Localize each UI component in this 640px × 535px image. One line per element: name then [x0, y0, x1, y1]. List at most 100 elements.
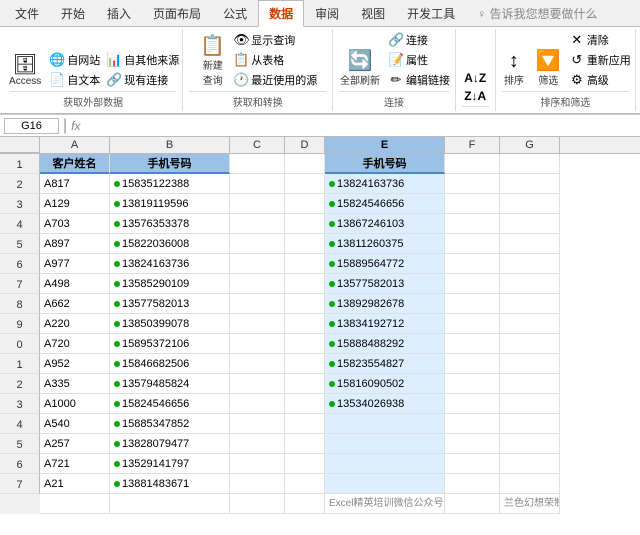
- tab-file[interactable]: 文件: [4, 0, 50, 26]
- show-query-button[interactable]: 👁 显示查询: [231, 31, 319, 49]
- col-header-a[interactable]: A: [40, 137, 110, 153]
- cell-f-11[interactable]: [445, 394, 500, 414]
- tab-home[interactable]: 开始: [50, 0, 96, 26]
- cell-b-7[interactable]: 13850399078: [110, 314, 230, 334]
- cell-e-10[interactable]: 15816090502: [325, 374, 445, 394]
- cell-d-7[interactable]: [285, 314, 325, 334]
- cell-f-2[interactable]: [445, 214, 500, 234]
- tab-review[interactable]: 审阅: [304, 0, 350, 26]
- header-phone-e[interactable]: 手机号码: [325, 154, 445, 174]
- header-customer[interactable]: 客户姓名: [40, 154, 110, 174]
- cell-b-4[interactable]: 13824163736: [110, 254, 230, 274]
- cell-e-4[interactable]: 15889564772: [325, 254, 445, 274]
- cell-g-13[interactable]: [500, 434, 560, 454]
- cell-c-8[interactable]: [230, 334, 285, 354]
- tab-layout[interactable]: 页面布局: [142, 0, 212, 26]
- cell-e-11[interactable]: 13534026938: [325, 394, 445, 414]
- cell-c-3[interactable]: [230, 234, 285, 254]
- row-num-12[interactable]: 2: [0, 374, 40, 394]
- cell-c-11[interactable]: [230, 394, 285, 414]
- cell-f-15[interactable]: [445, 474, 500, 494]
- cell-d-9[interactable]: [285, 354, 325, 374]
- cell-f-6[interactable]: [445, 294, 500, 314]
- cell-b-14[interactable]: 13529141797: [110, 454, 230, 474]
- cell-c-5[interactable]: [230, 274, 285, 294]
- tab-data[interactable]: 数据: [258, 0, 304, 27]
- cell-1f[interactable]: [445, 154, 500, 174]
- row-num-17[interactable]: 7: [0, 474, 40, 494]
- cell-f-0[interactable]: [445, 174, 500, 194]
- cell-d-12[interactable]: [285, 414, 325, 434]
- cell-a-8[interactable]: A720: [40, 334, 110, 354]
- cell-b-12[interactable]: 15885347852: [110, 414, 230, 434]
- row-num-15[interactable]: 5: [0, 434, 40, 454]
- cell-d-10[interactable]: [285, 374, 325, 394]
- tab-view[interactable]: 视图: [350, 0, 396, 26]
- row-num-6[interactable]: 6: [0, 254, 40, 274]
- connection-button[interactable]: 🔗 连接: [386, 31, 452, 49]
- cell-g-9[interactable]: [500, 354, 560, 374]
- cell-g-11[interactable]: [500, 394, 560, 414]
- cell-g-15[interactable]: [500, 474, 560, 494]
- cell-c-14[interactable]: [230, 454, 285, 474]
- tab-formula[interactable]: 公式: [212, 0, 258, 26]
- cell-c-12[interactable]: [230, 414, 285, 434]
- col-header-b[interactable]: B: [110, 137, 230, 153]
- cell-d-2[interactable]: [285, 214, 325, 234]
- cell-d-6[interactable]: [285, 294, 325, 314]
- cell-g-6[interactable]: [500, 294, 560, 314]
- cell-c-13[interactable]: [230, 434, 285, 454]
- cell-f-14[interactable]: [445, 454, 500, 474]
- row-num-2[interactable]: 2: [0, 174, 40, 194]
- cell-b-11[interactable]: 15824546656: [110, 394, 230, 414]
- cell-f-7[interactable]: [445, 314, 500, 334]
- edit-links-button[interactable]: ✏ 编辑链接: [386, 71, 452, 89]
- cell-c-9[interactable]: [230, 354, 285, 374]
- cell-b-3[interactable]: 15822036008: [110, 234, 230, 254]
- cell-d-14[interactable]: [285, 454, 325, 474]
- cell-c-2[interactable]: [230, 214, 285, 234]
- row-num-16[interactable]: 6: [0, 454, 40, 474]
- cell-a-7[interactable]: A220: [40, 314, 110, 334]
- cell-b-13[interactable]: 13828079477: [110, 434, 230, 454]
- cell-1c[interactable]: [230, 154, 285, 174]
- cell-a-15[interactable]: A21: [40, 474, 110, 494]
- col-header-f[interactable]: F: [445, 137, 500, 153]
- cell-a-2[interactable]: A703: [40, 214, 110, 234]
- cell-a-12[interactable]: A540: [40, 414, 110, 434]
- cell-g-10[interactable]: [500, 374, 560, 394]
- cell-1g[interactable]: [500, 154, 560, 174]
- cell-e-15[interactable]: [325, 474, 445, 494]
- cell-f-4[interactable]: [445, 254, 500, 274]
- cell-reference-input[interactable]: G16: [4, 118, 59, 134]
- recent-sources-button[interactable]: 🕐 最近使用的源: [231, 71, 319, 89]
- cell-e-9[interactable]: 15823554827: [325, 354, 445, 374]
- cell-g-5[interactable]: [500, 274, 560, 294]
- cell-e-12[interactable]: [325, 414, 445, 434]
- cell-e-1[interactable]: 15824546656: [325, 194, 445, 214]
- cell-e-3[interactable]: 13811260375: [325, 234, 445, 254]
- cell-g-14[interactable]: [500, 454, 560, 474]
- cell-f-5[interactable]: [445, 274, 500, 294]
- cell-a-14[interactable]: A721: [40, 454, 110, 474]
- cell-b-0[interactable]: 15835122388: [110, 174, 230, 194]
- cell-d-4[interactable]: [285, 254, 325, 274]
- col-header-c[interactable]: C: [230, 137, 285, 153]
- cell-c-10[interactable]: [230, 374, 285, 394]
- col-header-d[interactable]: D: [285, 137, 325, 153]
- cell-f-8[interactable]: [445, 334, 500, 354]
- cell-b-8[interactable]: 15895372106: [110, 334, 230, 354]
- existing-connection-button[interactable]: 🔗 现有连接: [104, 71, 181, 89]
- cell-g-3[interactable]: [500, 234, 560, 254]
- cell-b-9[interactable]: 15846682506: [110, 354, 230, 374]
- cell-c-1[interactable]: [230, 194, 285, 214]
- row-num-10[interactable]: 0: [0, 334, 40, 354]
- cell-b-10[interactable]: 13579485824: [110, 374, 230, 394]
- cell-c-0[interactable]: [230, 174, 285, 194]
- row-num-9[interactable]: 9: [0, 314, 40, 334]
- cell-a-4[interactable]: A977: [40, 254, 110, 274]
- new-query-button[interactable]: 📋 新建查询: [196, 34, 229, 89]
- cell-f-9[interactable]: [445, 354, 500, 374]
- cell-a-3[interactable]: A897: [40, 234, 110, 254]
- cell-d-0[interactable]: [285, 174, 325, 194]
